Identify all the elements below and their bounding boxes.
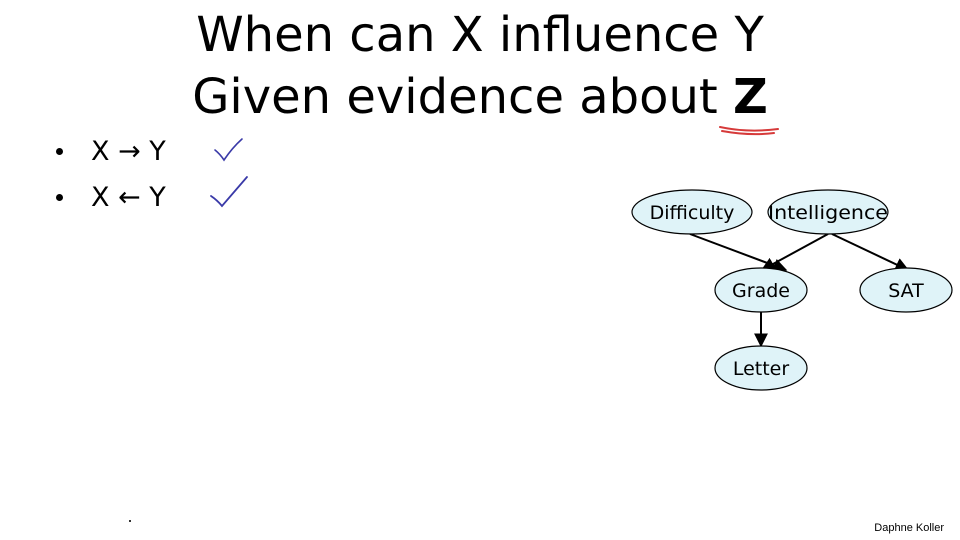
node-letter: Letter [714, 345, 808, 391]
node-label: Letter [733, 358, 790, 380]
edge-intelligence-grade [760, 233, 829, 271]
node-difficulty: Difficulty [631, 189, 753, 235]
author-credit: Daphne Koller [874, 522, 944, 534]
check-mark-icon [214, 138, 243, 162]
node-label: Difficulty [650, 202, 735, 224]
node-grade: Grade [714, 267, 808, 313]
slide: When can X influence Y Given evidence ab… [0, 0, 960, 540]
stray-mark [129, 520, 131, 522]
check-mark-icon [210, 176, 248, 208]
underline-annotation [719, 126, 779, 136]
edge-intelligence-sat [831, 233, 910, 271]
node-intelligence: Intelligence [767, 189, 889, 235]
node-label: Grade [732, 280, 790, 302]
node-label: Intelligence [768, 202, 888, 224]
bayes-net-diagram: Difficulty Intelligence Grade SAT Letter [210, 126, 953, 391]
node-sat: SAT [859, 267, 953, 313]
node-label: SAT [888, 280, 924, 302]
